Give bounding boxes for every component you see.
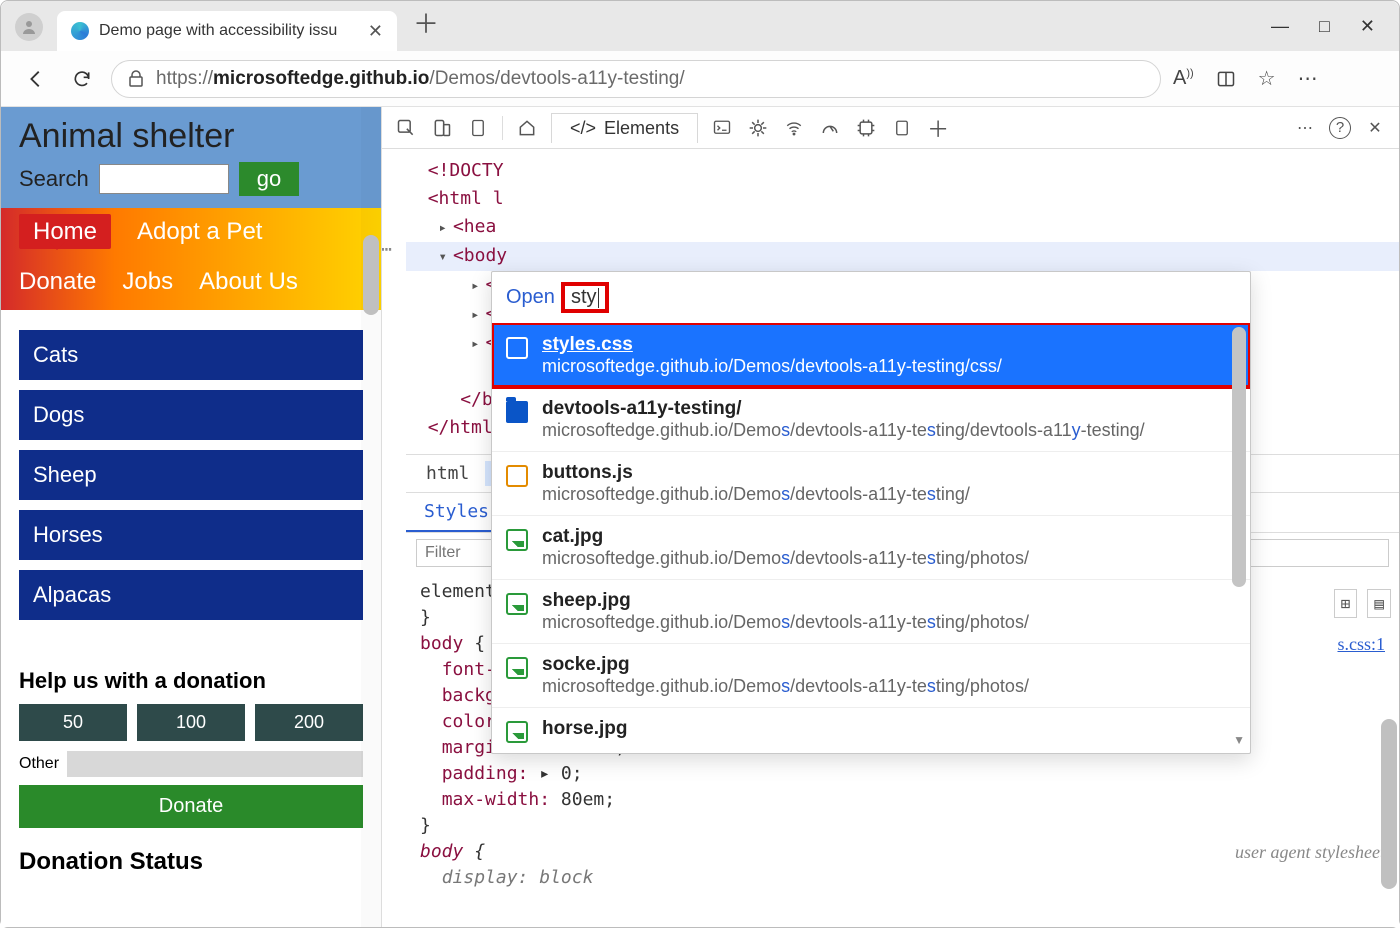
- amount-100[interactable]: 100: [137, 704, 245, 741]
- inspect-icon[interactable]: [394, 116, 418, 140]
- css-file-icon: [506, 337, 528, 359]
- lock-icon: [128, 70, 144, 88]
- other-label: Other: [19, 755, 59, 773]
- page-scrollbar-thumb[interactable]: [363, 235, 379, 315]
- image-file-icon: [506, 593, 528, 615]
- cmd-item-buttons-js[interactable]: buttons.js microsoftedge.github.io/Demos…: [492, 451, 1250, 515]
- donation-heading: Help us with a donation: [19, 668, 363, 694]
- row-menu-icon[interactable]: ⋯: [382, 239, 392, 260]
- read-aloud-icon[interactable]: A)): [1173, 67, 1194, 90]
- edge-favicon-icon: [71, 22, 89, 40]
- command-menu: Open sty styles.css microsoftedge.github…: [491, 271, 1251, 754]
- other-amount-input[interactable]: [67, 751, 363, 777]
- list-item[interactable]: Horses: [19, 510, 363, 560]
- cmd-item-horse-jpg[interactable]: horse.jpg: [492, 707, 1250, 753]
- refresh-button[interactable]: [65, 62, 99, 96]
- cmd-item-folder[interactable]: devtools-a11y-testing/ microsoftedge.git…: [492, 387, 1250, 451]
- nav-jobs[interactable]: Jobs: [122, 268, 173, 296]
- code-icon: </>: [570, 118, 596, 139]
- cmd-item-cat-jpg[interactable]: cat.jpg microsoftedge.github.io/Demos/de…: [492, 515, 1250, 579]
- close-tab-icon[interactable]: ✕: [368, 21, 383, 42]
- list-item[interactable]: Sheep: [19, 450, 363, 500]
- command-input[interactable]: sty: [561, 282, 609, 313]
- source-link[interactable]: s.css:1: [1337, 631, 1385, 657]
- performance-icon[interactable]: [818, 116, 842, 140]
- command-results: styles.css microsoftedge.github.io/Demos…: [492, 323, 1250, 753]
- tab-elements[interactable]: </> Elements: [551, 113, 698, 143]
- page-viewport: Animal shelter Search go Home Adopt a Pe…: [1, 107, 381, 927]
- list-item[interactable]: Alpacas: [19, 570, 363, 620]
- device-icon[interactable]: [430, 116, 454, 140]
- address-bar[interactable]: https://microsoftedge.github.io/Demos/de…: [111, 60, 1161, 98]
- tablet-icon[interactable]: [466, 116, 490, 140]
- list-item[interactable]: Dogs: [19, 390, 363, 440]
- devtools-close-icon[interactable]: ✕: [1363, 116, 1387, 140]
- ua-stylesheet-label: user agent stylesheet: [1235, 839, 1385, 865]
- toggle-computed-icon[interactable]: ▤: [1367, 589, 1391, 618]
- new-tab-button[interactable]: ＋: [397, 4, 455, 51]
- scroll-down-icon[interactable]: ▼: [1233, 733, 1245, 747]
- favorite-icon[interactable]: ☆: [1258, 66, 1276, 91]
- window-close-icon[interactable]: ✕: [1360, 16, 1375, 37]
- memory-icon[interactable]: [854, 116, 878, 140]
- cmd-scrollbar-thumb[interactable]: [1232, 327, 1246, 587]
- donation-status-heading: Donation Status: [19, 848, 363, 876]
- toggle-classes-icon[interactable]: ⊞: [1334, 589, 1358, 618]
- main-nav: Home Adopt a Pet Donate Jobs About Us: [1, 208, 381, 310]
- image-file-icon: [506, 529, 528, 551]
- nav-donate[interactable]: Donate: [19, 268, 96, 296]
- go-button[interactable]: go: [239, 162, 299, 196]
- add-tab-icon[interactable]: ＋: [926, 116, 950, 140]
- nav-adopt[interactable]: Adopt a Pet: [137, 218, 262, 246]
- application-icon[interactable]: [890, 116, 914, 140]
- welcome-icon[interactable]: [515, 116, 539, 140]
- js-file-icon: [506, 465, 528, 487]
- titlebar: Demo page with accessibility issu ✕ ＋ — …: [1, 1, 1399, 51]
- amount-50[interactable]: 50: [19, 704, 127, 741]
- page-scrollbar-track[interactable]: [361, 107, 381, 927]
- help-icon[interactable]: ?: [1329, 117, 1351, 139]
- search-input[interactable]: [99, 164, 229, 194]
- animal-list: Cats Dogs Sheep Horses Alpacas: [1, 310, 381, 650]
- more-icon[interactable]: ⋯: [1298, 66, 1318, 91]
- donate-button[interactable]: Donate: [19, 785, 363, 828]
- url-text: https://microsoftedge.github.io/Demos/de…: [156, 68, 685, 90]
- devtools-toolbar: </> Elements ＋ ⋯ ? ✕: [382, 107, 1399, 149]
- devtools-scrollbar-thumb[interactable]: [1381, 719, 1397, 889]
- console-icon[interactable]: [710, 116, 734, 140]
- page-title: Animal shelter: [19, 117, 363, 156]
- cmd-item-sheep-jpg[interactable]: sheep.jpg microsoftedge.github.io/Demos/…: [492, 579, 1250, 643]
- search-label: Search: [19, 166, 89, 192]
- image-file-icon: [506, 721, 528, 743]
- amount-200[interactable]: 200: [255, 704, 363, 741]
- window-maximize-icon[interactable]: □: [1319, 16, 1330, 37]
- window-minimize-icon[interactable]: —: [1271, 16, 1289, 37]
- sources-icon[interactable]: [746, 116, 770, 140]
- tab-title: Demo page with accessibility issu: [99, 22, 358, 40]
- nav-about[interactable]: About Us: [199, 268, 298, 296]
- folder-icon: [506, 401, 528, 423]
- network-icon[interactable]: [782, 116, 806, 140]
- donation-amounts: 50 100 200: [1, 704, 381, 741]
- browser-tab[interactable]: Demo page with accessibility issu ✕: [57, 11, 397, 51]
- reading-mode-icon[interactable]: [1216, 69, 1236, 89]
- back-button[interactable]: [19, 62, 53, 96]
- image-file-icon: [506, 657, 528, 679]
- profile-avatar[interactable]: [15, 13, 43, 41]
- devtools-more-icon[interactable]: ⋯: [1293, 116, 1317, 140]
- cmd-item-styles-css[interactable]: styles.css microsoftedge.github.io/Demos…: [492, 323, 1250, 387]
- cmd-item-socke-jpg[interactable]: socke.jpg microsoftedge.github.io/Demos/…: [492, 643, 1250, 707]
- nav-home[interactable]: Home: [19, 218, 111, 246]
- list-item[interactable]: Cats: [19, 330, 363, 380]
- page-header: Animal shelter Search go: [1, 107, 381, 208]
- open-label: Open: [506, 286, 555, 309]
- url-toolbar: https://microsoftedge.github.io/Demos/de…: [1, 51, 1399, 107]
